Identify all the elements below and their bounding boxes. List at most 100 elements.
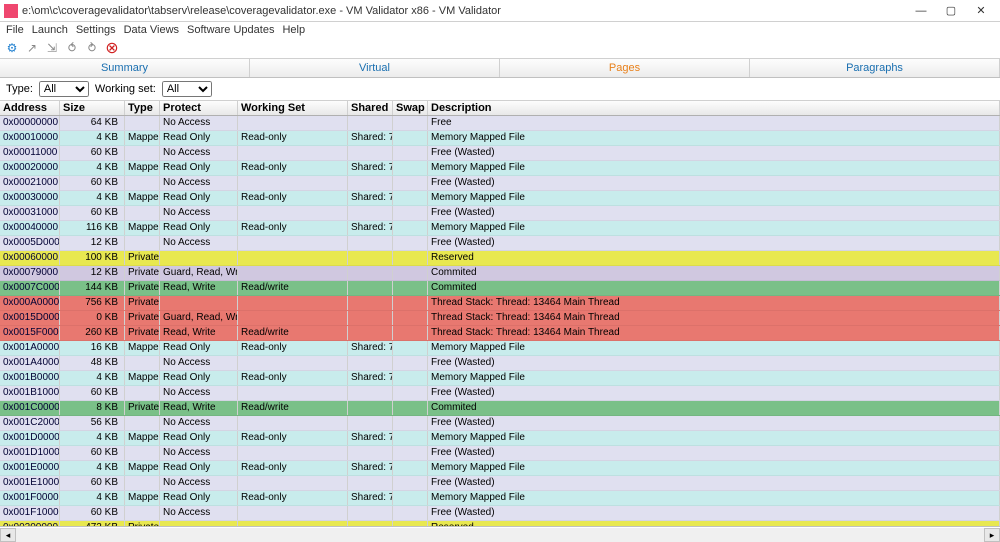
table-row[interactable]: 0x0007900012 KBPrivateGuard, Read, Write… bbox=[0, 266, 1000, 281]
cell-shared bbox=[348, 311, 393, 325]
table-row[interactable]: 0x00040000116 KBMappedRead OnlyRead-only… bbox=[0, 221, 1000, 236]
menu-settings[interactable]: Settings bbox=[76, 24, 116, 36]
cell-ws bbox=[238, 266, 348, 280]
type-select[interactable]: All bbox=[39, 81, 89, 97]
table-row[interactable]: 0x001F100060 KBNo AccessFree (Wasted) bbox=[0, 506, 1000, 521]
maximize-button[interactable]: ▢ bbox=[936, 1, 966, 21]
cell-size: 48 KB bbox=[60, 356, 125, 370]
menu-launch[interactable]: Launch bbox=[32, 24, 68, 36]
cell-protect: No Access bbox=[160, 206, 238, 220]
table-row[interactable]: 0x001E00004 KBMappedRead OnlyRead-onlySh… bbox=[0, 461, 1000, 476]
table-row[interactable]: 0x001E100060 KBNo AccessFree (Wasted) bbox=[0, 476, 1000, 491]
wait-icon[interactable]: ⥀ bbox=[64, 40, 80, 56]
cell-type bbox=[125, 386, 160, 400]
column-header-type[interactable]: Type bbox=[125, 101, 160, 115]
table-row[interactable]: 0x0003100060 KBNo AccessFree (Wasted) bbox=[0, 206, 1000, 221]
link-icon[interactable]: ⥁ bbox=[84, 40, 100, 56]
data-grid[interactable]: AddressSizeTypeProtectWorking SetSharedS… bbox=[0, 101, 1000, 526]
cell-ws: Read/write bbox=[238, 401, 348, 415]
cell-address: 0x001F1000 bbox=[0, 506, 60, 520]
cell-desc: Commited bbox=[428, 281, 1000, 295]
scroll-right-icon[interactable]: ▸ bbox=[984, 528, 1000, 542]
column-header-desc[interactable]: Description bbox=[428, 101, 1000, 115]
cell-desc: Free (Wasted) bbox=[428, 176, 1000, 190]
cell-type: Private bbox=[125, 266, 160, 280]
table-row[interactable]: 0x000A0000756 KBPrivateThread Stack: Thr… bbox=[0, 296, 1000, 311]
table-row[interactable]: 0x001B00004 KBMappedRead OnlyRead-onlySh… bbox=[0, 371, 1000, 386]
column-header-address[interactable]: Address bbox=[0, 101, 60, 115]
table-row[interactable]: 0x001A000016 KBMappedRead OnlyRead-onlyS… bbox=[0, 341, 1000, 356]
inject-icon[interactable]: ⇲ bbox=[44, 40, 60, 56]
tab-virtual[interactable]: Virtual bbox=[250, 59, 500, 77]
table-row[interactable]: 0x001C200056 KBNo AccessFree (Wasted) bbox=[0, 416, 1000, 431]
cell-ws: Read-only bbox=[238, 191, 348, 205]
column-header-shared[interactable]: Shared bbox=[348, 101, 393, 115]
table-row[interactable]: 0x0005D00012 KBNo AccessFree (Wasted) bbox=[0, 236, 1000, 251]
cell-size: 4 KB bbox=[60, 491, 125, 505]
cell-desc: Free (Wasted) bbox=[428, 236, 1000, 250]
cell-swap bbox=[393, 296, 428, 310]
table-row[interactable]: 0x001D100060 KBNo AccessFree (Wasted) bbox=[0, 446, 1000, 461]
rocket-icon[interactable]: ↗ bbox=[24, 40, 40, 56]
cell-ws: Read-only bbox=[238, 461, 348, 475]
table-row[interactable]: 0x0001100060 KBNo AccessFree (Wasted) bbox=[0, 146, 1000, 161]
toolbar: ⚙ ↗ ⇲ ⥀ ⥁ ⊗ bbox=[0, 38, 1000, 59]
window-title: e:\om\c\coveragevalidator\tabserv\releas… bbox=[22, 5, 906, 17]
table-row[interactable]: 0x001B100060 KBNo AccessFree (Wasted) bbox=[0, 386, 1000, 401]
table-row[interactable]: 0x0002100060 KBNo AccessFree (Wasted) bbox=[0, 176, 1000, 191]
table-row[interactable]: 0x000100004 KBMappedRead OnlyRead-onlySh… bbox=[0, 131, 1000, 146]
menu-file[interactable]: File bbox=[6, 24, 24, 36]
table-row[interactable]: 0x0015D0000 KBPrivateGuard, Read, WriteT… bbox=[0, 311, 1000, 326]
cell-type: Private bbox=[125, 401, 160, 415]
tab-paragraphs[interactable]: Paragraphs bbox=[750, 59, 1000, 77]
cell-shared: Shared: 7 bbox=[348, 431, 393, 445]
table-row[interactable]: 0x000200004 KBMappedRead OnlyRead-onlySh… bbox=[0, 161, 1000, 176]
stop-icon[interactable]: ⊗ bbox=[104, 40, 120, 56]
cell-swap bbox=[393, 161, 428, 175]
cell-desc: Commited bbox=[428, 266, 1000, 280]
column-header-size[interactable]: Size bbox=[60, 101, 125, 115]
tab-summary[interactable]: Summary bbox=[0, 59, 250, 77]
table-row[interactable]: 0x001F00004 KBMappedRead OnlyRead-onlySh… bbox=[0, 491, 1000, 506]
table-row[interactable]: 0x0015F000260 KBPrivateRead, WriteRead/w… bbox=[0, 326, 1000, 341]
workingset-select[interactable]: All bbox=[162, 81, 212, 97]
menu-help[interactable]: Help bbox=[282, 24, 305, 36]
cell-address: 0x001C0000 bbox=[0, 401, 60, 415]
table-row[interactable]: 0x001D00004 KBMappedRead OnlyRead-onlySh… bbox=[0, 431, 1000, 446]
minimize-button[interactable]: — bbox=[906, 1, 936, 21]
table-row[interactable]: 0x00060000100 KBPrivateReserved bbox=[0, 251, 1000, 266]
cell-desc: Free bbox=[428, 116, 1000, 130]
menu-updates[interactable]: Software Updates bbox=[187, 24, 274, 36]
tab-pages[interactable]: Pages bbox=[500, 59, 750, 77]
cell-desc: Memory Mapped File bbox=[428, 191, 1000, 205]
cell-size: 4 KB bbox=[60, 371, 125, 385]
title-bar: e:\om\c\coveragevalidator\tabserv\releas… bbox=[0, 0, 1000, 22]
table-row[interactable]: 0x0000000064 KBNo AccessFree bbox=[0, 116, 1000, 131]
cell-address: 0x00031000 bbox=[0, 206, 60, 220]
cell-address: 0x00020000 bbox=[0, 161, 60, 175]
column-header-ws[interactable]: Working Set bbox=[238, 101, 348, 115]
scroll-left-icon[interactable]: ◂ bbox=[0, 528, 16, 542]
cell-type: Private bbox=[125, 281, 160, 295]
close-button[interactable]: ✕ bbox=[966, 1, 996, 21]
cell-address: 0x001B1000 bbox=[0, 386, 60, 400]
cell-ws bbox=[238, 236, 348, 250]
table-row[interactable]: 0x001C00008 KBPrivateRead, WriteRead/wri… bbox=[0, 401, 1000, 416]
column-header-swap[interactable]: Swap bbox=[393, 101, 428, 115]
column-header-protect[interactable]: Protect bbox=[160, 101, 238, 115]
table-row[interactable]: 0x001A400048 KBNo AccessFree (Wasted) bbox=[0, 356, 1000, 371]
gear-icon[interactable]: ⚙ bbox=[4, 40, 20, 56]
cell-shared: Shared: 7 bbox=[348, 341, 393, 355]
menu-dataviews[interactable]: Data Views bbox=[124, 24, 179, 36]
table-row[interactable]: 0x0007C000144 KBPrivateRead, WriteRead/w… bbox=[0, 281, 1000, 296]
cell-size: 60 KB bbox=[60, 476, 125, 490]
cell-ws: Read-only bbox=[238, 371, 348, 385]
cell-swap bbox=[393, 341, 428, 355]
cell-type: Private bbox=[125, 326, 160, 340]
cell-protect: Read Only bbox=[160, 461, 238, 475]
cell-address: 0x0007C000 bbox=[0, 281, 60, 295]
horizontal-scrollbar[interactable]: ◂ ▸ bbox=[0, 526, 1000, 542]
table-row[interactable]: 0x000300004 KBMappedRead OnlyRead-onlySh… bbox=[0, 191, 1000, 206]
scroll-track[interactable] bbox=[16, 528, 984, 542]
cell-protect: Read Only bbox=[160, 371, 238, 385]
